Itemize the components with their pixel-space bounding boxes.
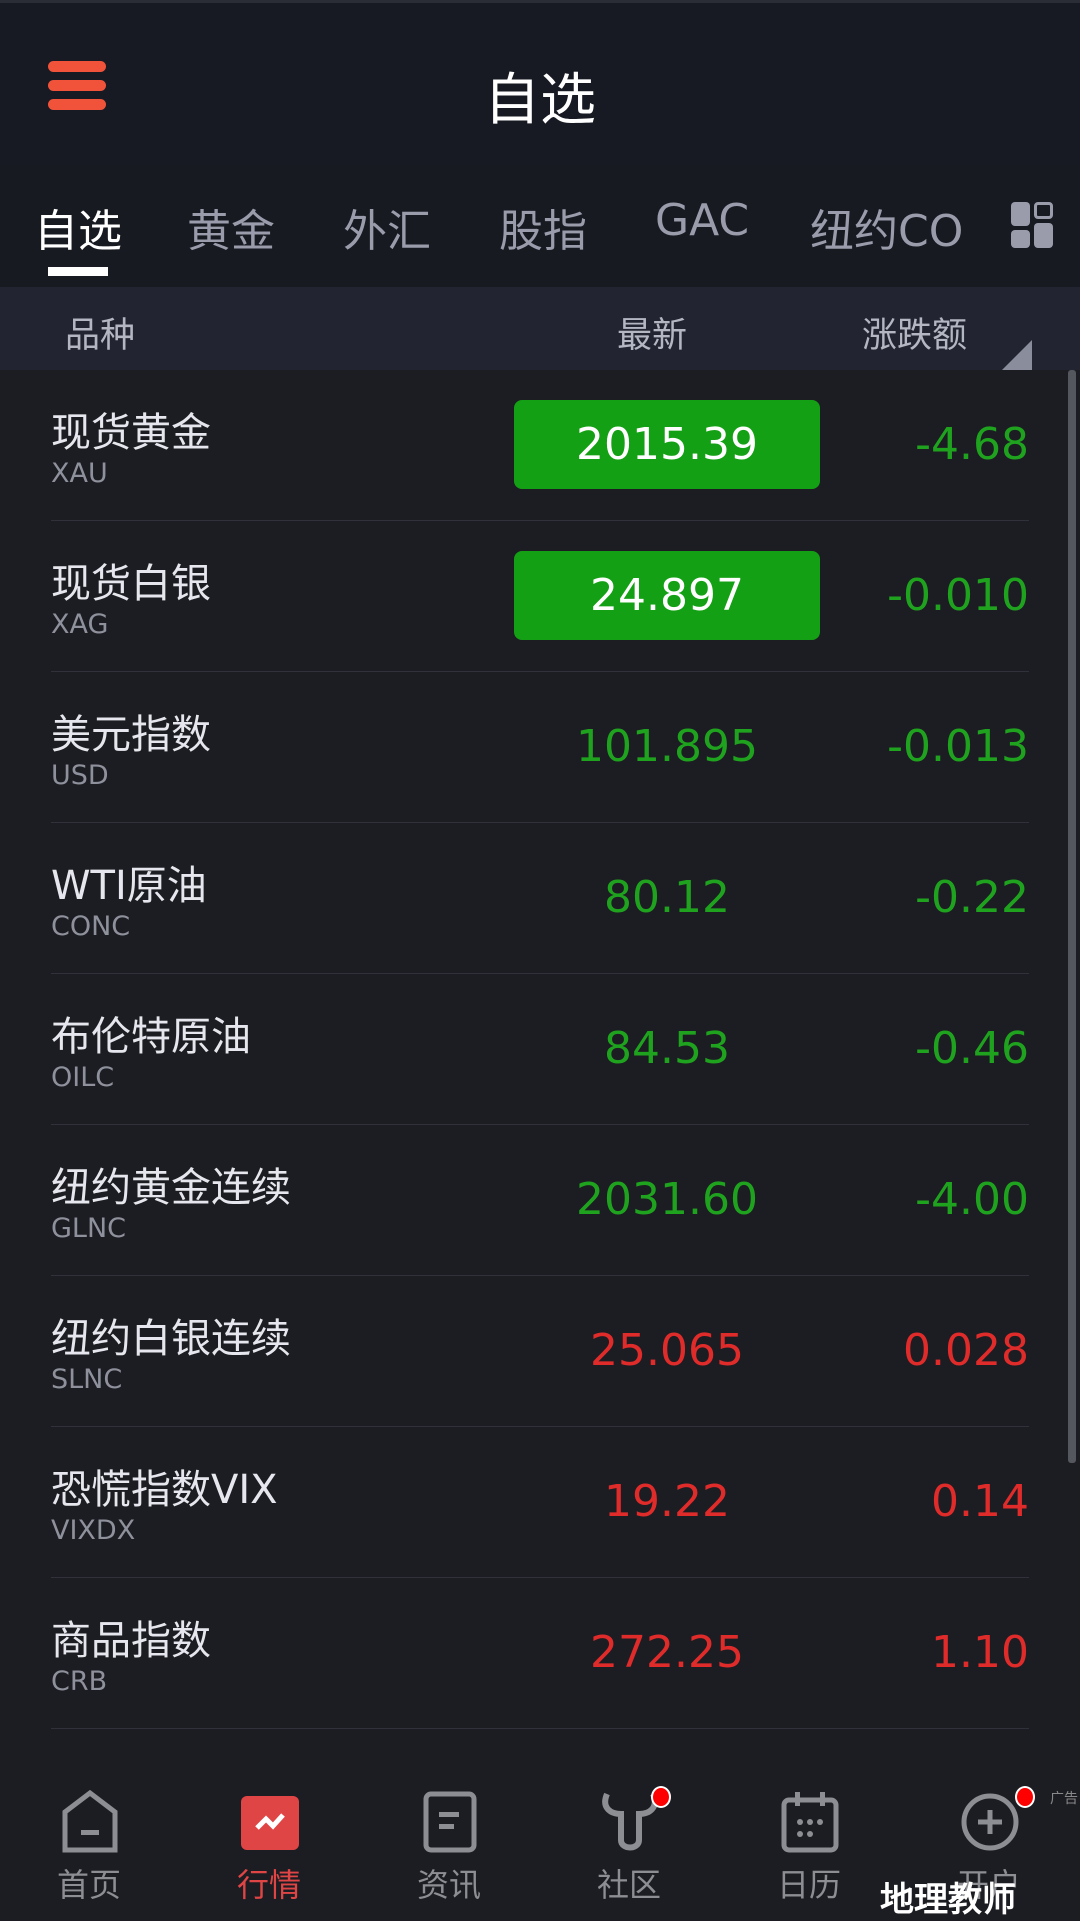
notification-dot [1015, 1786, 1035, 1808]
calendar-icon [781, 1790, 839, 1854]
instrument-code: VIXDX [51, 1515, 136, 1546]
ad-label: 广告 [1050, 1791, 1078, 1807]
instrument-code: CONC [51, 911, 131, 942]
price-change: -0.013 [887, 721, 1029, 772]
col-name: 品种 [65, 316, 136, 356]
latest-price: 2015.39 [514, 400, 820, 489]
price-change: -0.010 [887, 570, 1029, 621]
latest-price: 25.065 [590, 1325, 744, 1376]
nav-label: 日历 [776, 1866, 841, 1904]
table-row[interactable]: 布伦特原油 OILC 84.53 -0.46 [51, 974, 1029, 1125]
top-bar: 自选 [0, 0, 1080, 165]
instrument-code: USD [51, 760, 109, 791]
table-row[interactable]: WTI原油 CONC 80.12 -0.22 [51, 823, 1029, 974]
instrument-name: 商品指数 [51, 1618, 211, 1664]
nav-news[interactable]: 资讯 [379, 1760, 519, 1920]
latest-price: 84.53 [604, 1023, 730, 1074]
latest-price: 24.897 [514, 551, 820, 640]
instrument-name: 恐慌指数VIX [51, 1467, 278, 1513]
table-row[interactable]: 纽约黄金连续 GLNC 2031.60 -4.00 [51, 1125, 1029, 1276]
plus-circle-icon [961, 1790, 1019, 1854]
price-change: 0.028 [903, 1325, 1029, 1376]
instrument-name: 现货白银 [51, 561, 211, 607]
latest-price: 80.12 [604, 872, 730, 923]
grid-icon[interactable] [1011, 202, 1053, 248]
nav-calendar[interactable]: 日历 [739, 1760, 879, 1920]
latest-price: 101.895 [576, 721, 758, 772]
scrollbar[interactable] [1068, 370, 1076, 1463]
instrument-name: 布伦特原油 [51, 1014, 251, 1060]
latest-price: 2031.60 [576, 1174, 758, 1225]
price-change: -4.00 [915, 1174, 1029, 1225]
table-row[interactable]: 现货白银 XAG 24.897 -0.010 [51, 521, 1029, 672]
home-icon [61, 1789, 119, 1854]
tab-forex[interactable]: 外汇 [343, 195, 431, 259]
nav-label: 社区 [596, 1866, 661, 1904]
column-header: 品种 最新 涨跌额 [0, 287, 1080, 370]
tab-gac[interactable]: GAC [655, 195, 749, 246]
instrument-name: 美元指数 [51, 712, 211, 758]
category-tabs: 自选 黄金 外汇 股指 GAC 纽约CO [0, 165, 1080, 287]
notification-dot [651, 1786, 671, 1808]
instrument-name: 现货黄金 [51, 410, 211, 456]
col-latest[interactable]: 最新 [617, 307, 687, 358]
instrument-name: 纽约黄金连续 [51, 1165, 291, 1211]
price-change: -0.22 [915, 872, 1029, 923]
sort-corner-icon [1002, 340, 1032, 370]
page-title: 自选 [484, 68, 596, 133]
price-change: -4.68 [915, 419, 1029, 470]
nav-home[interactable]: 首页 [19, 1760, 159, 1920]
tab-watchlist[interactable]: 自选 [34, 195, 122, 259]
instrument-code: XAG [51, 609, 109, 640]
nav-market-chart[interactable]: 行情 [199, 1760, 339, 1920]
instrument-code: CRB [51, 1666, 108, 1697]
nav-label: 行情 [236, 1866, 301, 1904]
market-chart-icon [241, 1790, 299, 1854]
instrument-name: 纽约白银连续 [51, 1316, 291, 1362]
watermark: 地理教师 [880, 1880, 1016, 1920]
table-row[interactable]: 现货黄金 XAU 2015.39 -4.68 [51, 370, 1029, 521]
nav-label: 资讯 [416, 1866, 481, 1904]
table-row[interactable]: 恐慌指数VIX VIXDX 19.22 0.14 [51, 1427, 1029, 1578]
table-row[interactable]: 商品指数 CRB 272.25 1.10 [51, 1578, 1029, 1729]
instrument-code: SLNC [51, 1364, 123, 1395]
table-row[interactable]: 纽约白银连续 SLNC 25.065 0.028 [51, 1276, 1029, 1427]
tab-nymex[interactable]: 纽约CO [810, 195, 970, 259]
nav-label: 首页 [56, 1866, 121, 1904]
price-change: 1.10 [931, 1627, 1029, 1678]
instrument-code: XAU [51, 458, 108, 489]
quote-list: 现货黄金 XAU 2015.39 -4.68 现货白银 XAG 24.897 -0… [0, 370, 1080, 1760]
instrument-code: GLNC [51, 1213, 127, 1244]
col-change[interactable]: 涨跌额 [862, 307, 967, 358]
latest-price: 19.22 [604, 1476, 730, 1527]
nav-bull[interactable]: 社区 [559, 1760, 699, 1920]
price-change: -0.46 [915, 1023, 1029, 1074]
instrument-code: OILC [51, 1062, 115, 1093]
tab-index[interactable]: 股指 [499, 195, 587, 259]
instrument-name: WTI原油 [51, 863, 207, 909]
news-icon [421, 1790, 479, 1854]
tab-gold[interactable]: 黄金 [187, 195, 275, 259]
latest-price: 272.25 [590, 1627, 744, 1678]
table-row[interactable]: LME铜 [51, 1729, 1029, 1760]
active-tab-indicator [48, 267, 108, 276]
price-change: 0.14 [931, 1476, 1029, 1527]
table-row[interactable]: 美元指数 USD 101.895 -0.013 [51, 672, 1029, 823]
